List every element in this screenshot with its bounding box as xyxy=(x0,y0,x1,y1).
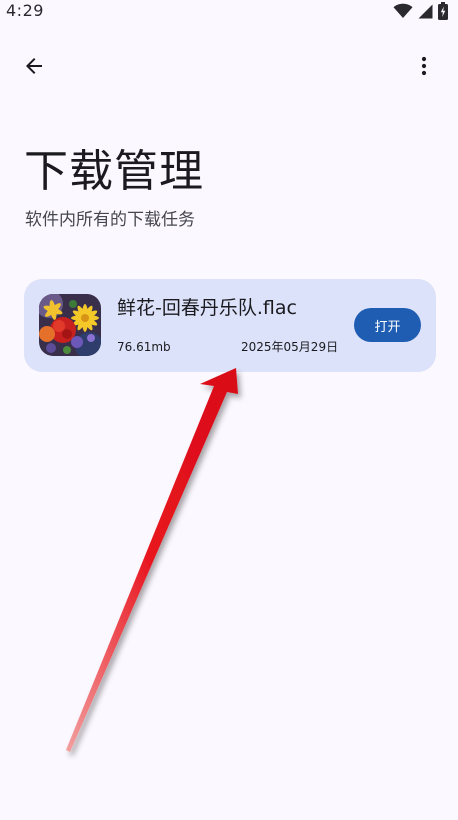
status-bar: 4:29 xyxy=(0,0,458,24)
battery-charging-icon xyxy=(438,2,448,20)
flower-album-cover xyxy=(39,294,101,356)
open-button[interactable]: 打开 xyxy=(354,308,421,342)
file-name: 鲜花-回春丹乐队.flac xyxy=(117,297,297,319)
more-options-button[interactable] xyxy=(404,48,444,88)
signal-icon xyxy=(418,4,433,19)
annotation-arrow xyxy=(66,368,238,752)
arrow-left-icon xyxy=(22,54,46,82)
download-item-card[interactable]: 鲜花-回春丹乐队.flac 76.61mb 2025年05月29日 打开 xyxy=(24,279,436,372)
file-date: 2025年05月29日 xyxy=(241,340,339,354)
page-title: 下载管理 xyxy=(24,146,204,197)
file-size: 76.61mb xyxy=(117,340,171,354)
more-vertical-icon xyxy=(412,54,436,82)
wifi-icon xyxy=(393,3,413,19)
status-icons xyxy=(393,2,448,20)
back-button[interactable] xyxy=(14,48,54,88)
download-manager-screen: 4:29 下载管理 软件内所有的下载任务 鲜花-回春丹乐队.flac 76.61… xyxy=(0,0,458,820)
status-time: 4:29 xyxy=(6,1,44,20)
page-subtitle: 软件内所有的下载任务 xyxy=(25,210,195,230)
